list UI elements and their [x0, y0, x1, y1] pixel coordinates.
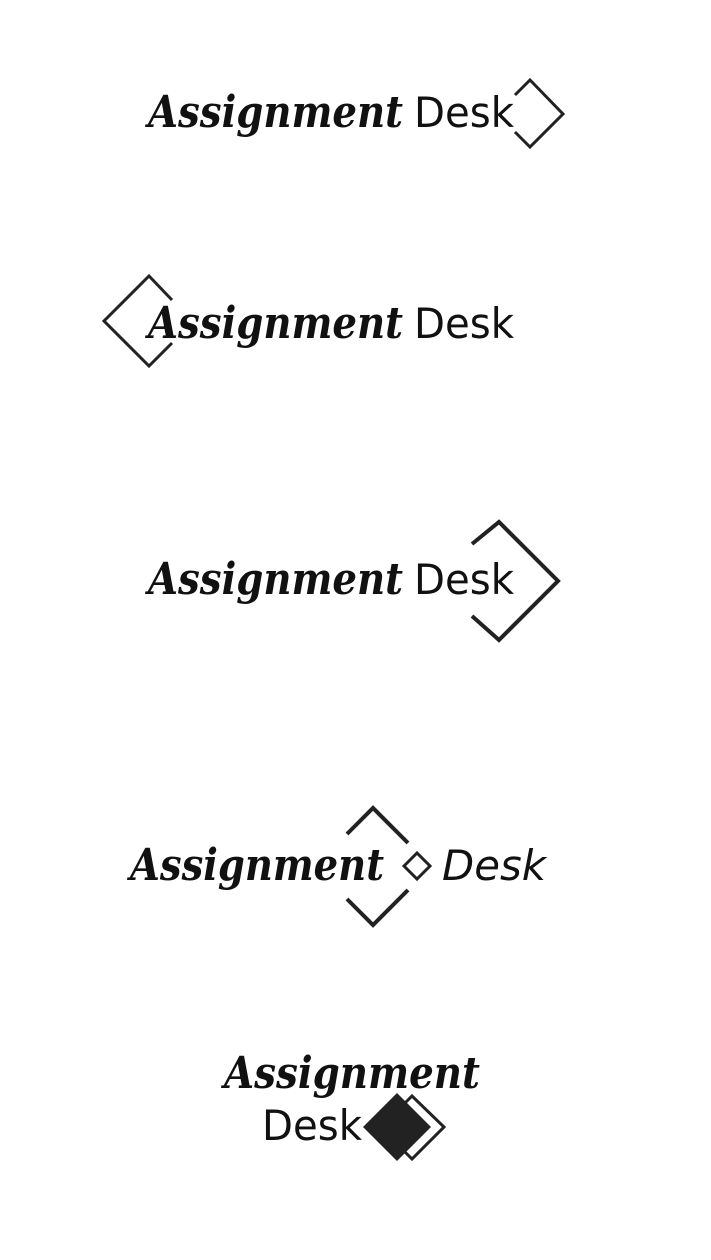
- logo-3-word-assignment: Assignment: [144, 554, 403, 605]
- filled-diamond-icon: [363, 1093, 431, 1161]
- logo-4-word-assignment: Assignment: [126, 840, 384, 891]
- small-diamond-icon: [401, 850, 433, 882]
- logo-2-word-desk: Desk: [414, 299, 515, 348]
- chevron-diamond-icon: [470, 519, 561, 643]
- logo-2-word-assignment: Assignment: [144, 298, 403, 349]
- logo-5-word-desk: Desk: [262, 1101, 363, 1150]
- logo-5-word-assignment: Assignment: [220, 1048, 480, 1099]
- logo-variant-3: Assignment Desk: [0, 0, 711, 1260]
- logo-variant-1: Assignment Desk: [0, 0, 711, 1260]
- split-diamond-bottom-chevron-icon: [345, 888, 410, 928]
- logo-variant-5: Assignment Desk: [0, 0, 711, 1260]
- logo-4-word-desk: Desk: [442, 841, 548, 890]
- split-diamond-top-chevron-icon: [345, 805, 410, 845]
- logo-variant-4-svg: Assignment Desk: [126, 805, 548, 928]
- logo-variant-2-svg: Assignment Desk: [101, 273, 515, 369]
- logo-3-word-desk: Desk: [414, 555, 515, 604]
- logo-variant-4: Assignment Desk: [0, 0, 711, 1260]
- logo-1-word-assignment: Assignment: [144, 87, 403, 138]
- outline-diamond-back-icon: [401, 1093, 447, 1162]
- logo-variant-2: Assignment Desk: [0, 0, 711, 1260]
- outline-diamond-icon: [513, 77, 566, 150]
- logo-variant-1-svg: Assignment Desk: [144, 77, 566, 150]
- outline-diamond-left-icon: [101, 273, 174, 369]
- logo-1-word-desk: Desk: [414, 88, 515, 137]
- logo-variant-3-svg: Assignment Desk: [144, 519, 561, 643]
- logo-variant-5-svg: Assignment Desk: [220, 1048, 480, 1162]
